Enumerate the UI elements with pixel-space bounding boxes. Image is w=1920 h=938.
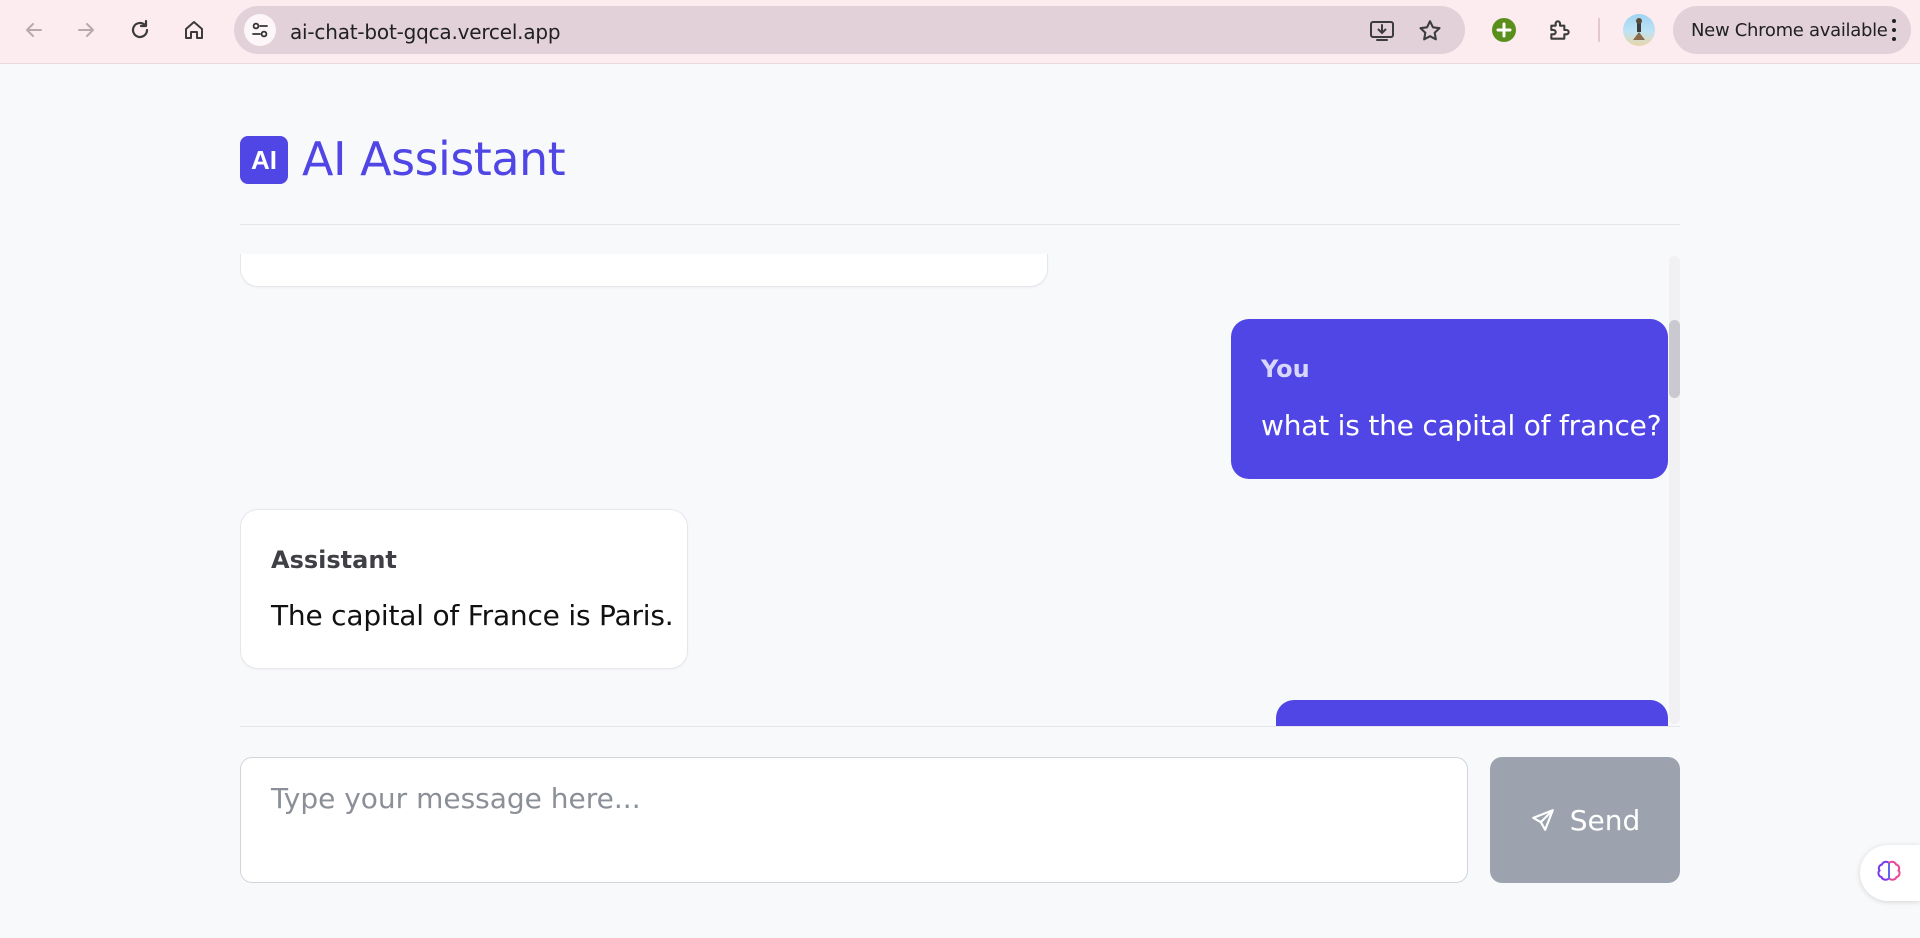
arrow-left-icon — [26, 23, 42, 37]
assistant-message-partial — [240, 254, 1048, 287]
address-bar[interactable]: ai-chat-bot-gqca.vercel.app — [234, 6, 1465, 54]
site-info-button[interactable] — [244, 14, 276, 46]
user-message: You what is the capital of france? — [1231, 319, 1668, 479]
reload-button[interactable] — [120, 10, 160, 50]
chat-messages[interactable]: You what is the capital of france? Assis… — [240, 254, 1680, 726]
avatar-icon — [1633, 18, 1645, 40]
install-app-button[interactable] — [1369, 18, 1395, 44]
reload-icon — [131, 19, 149, 39]
more-menu-icon[interactable] — [1891, 19, 1897, 41]
profile-avatar[interactable] — [1623, 14, 1655, 46]
chat-scrollbar-thumb[interactable] — [1669, 320, 1680, 398]
brain-icon — [1877, 860, 1901, 881]
message-role: Assistant — [271, 546, 397, 574]
app-logo: AI — [240, 136, 288, 184]
header-divider — [240, 224, 1680, 225]
send-label: Send — [1569, 803, 1641, 837]
browser-toolbar: ai-chat-bot-gqca.vercel.app New Chrome a… — [0, 0, 1920, 64]
url-text[interactable]: ai-chat-bot-gqca.vercel.app — [290, 20, 561, 44]
tune-icon — [252, 22, 268, 38]
plus-circle-icon — [1492, 18, 1516, 42]
composer-divider — [240, 726, 1680, 727]
floating-assistant-button[interactable] — [1860, 845, 1920, 901]
toolbar-divider — [1598, 18, 1600, 42]
assistant-message: Assistant The capital of France is Paris… — [240, 509, 688, 669]
install-icon — [1370, 21, 1394, 41]
star-icon — [1419, 20, 1441, 41]
forward-button[interactable] — [66, 10, 106, 50]
message-role: You — [1261, 355, 1310, 383]
back-button[interactable] — [14, 10, 54, 50]
puzzle-icon — [1550, 20, 1570, 40]
send-button[interactable]: Send — [1490, 757, 1680, 883]
home-icon — [185, 21, 203, 39]
message-text: what is the capital of france? — [1261, 409, 1662, 442]
home-button[interactable] — [174, 10, 214, 50]
message-text: The capital of France is Paris. — [271, 599, 674, 632]
update-label: New Chrome available — [1691, 19, 1888, 41]
message-input[interactable] — [240, 757, 1468, 883]
user-message-partial — [1276, 700, 1668, 726]
page-title: AI Assistant — [302, 132, 566, 186]
extension-green-button[interactable] — [1488, 14, 1520, 46]
send-icon — [1531, 809, 1554, 831]
extensions-button[interactable] — [1544, 14, 1576, 46]
bookmark-button[interactable] — [1417, 18, 1443, 44]
chrome-update-button[interactable]: New Chrome available — [1673, 6, 1911, 54]
arrow-right-icon — [78, 23, 94, 37]
